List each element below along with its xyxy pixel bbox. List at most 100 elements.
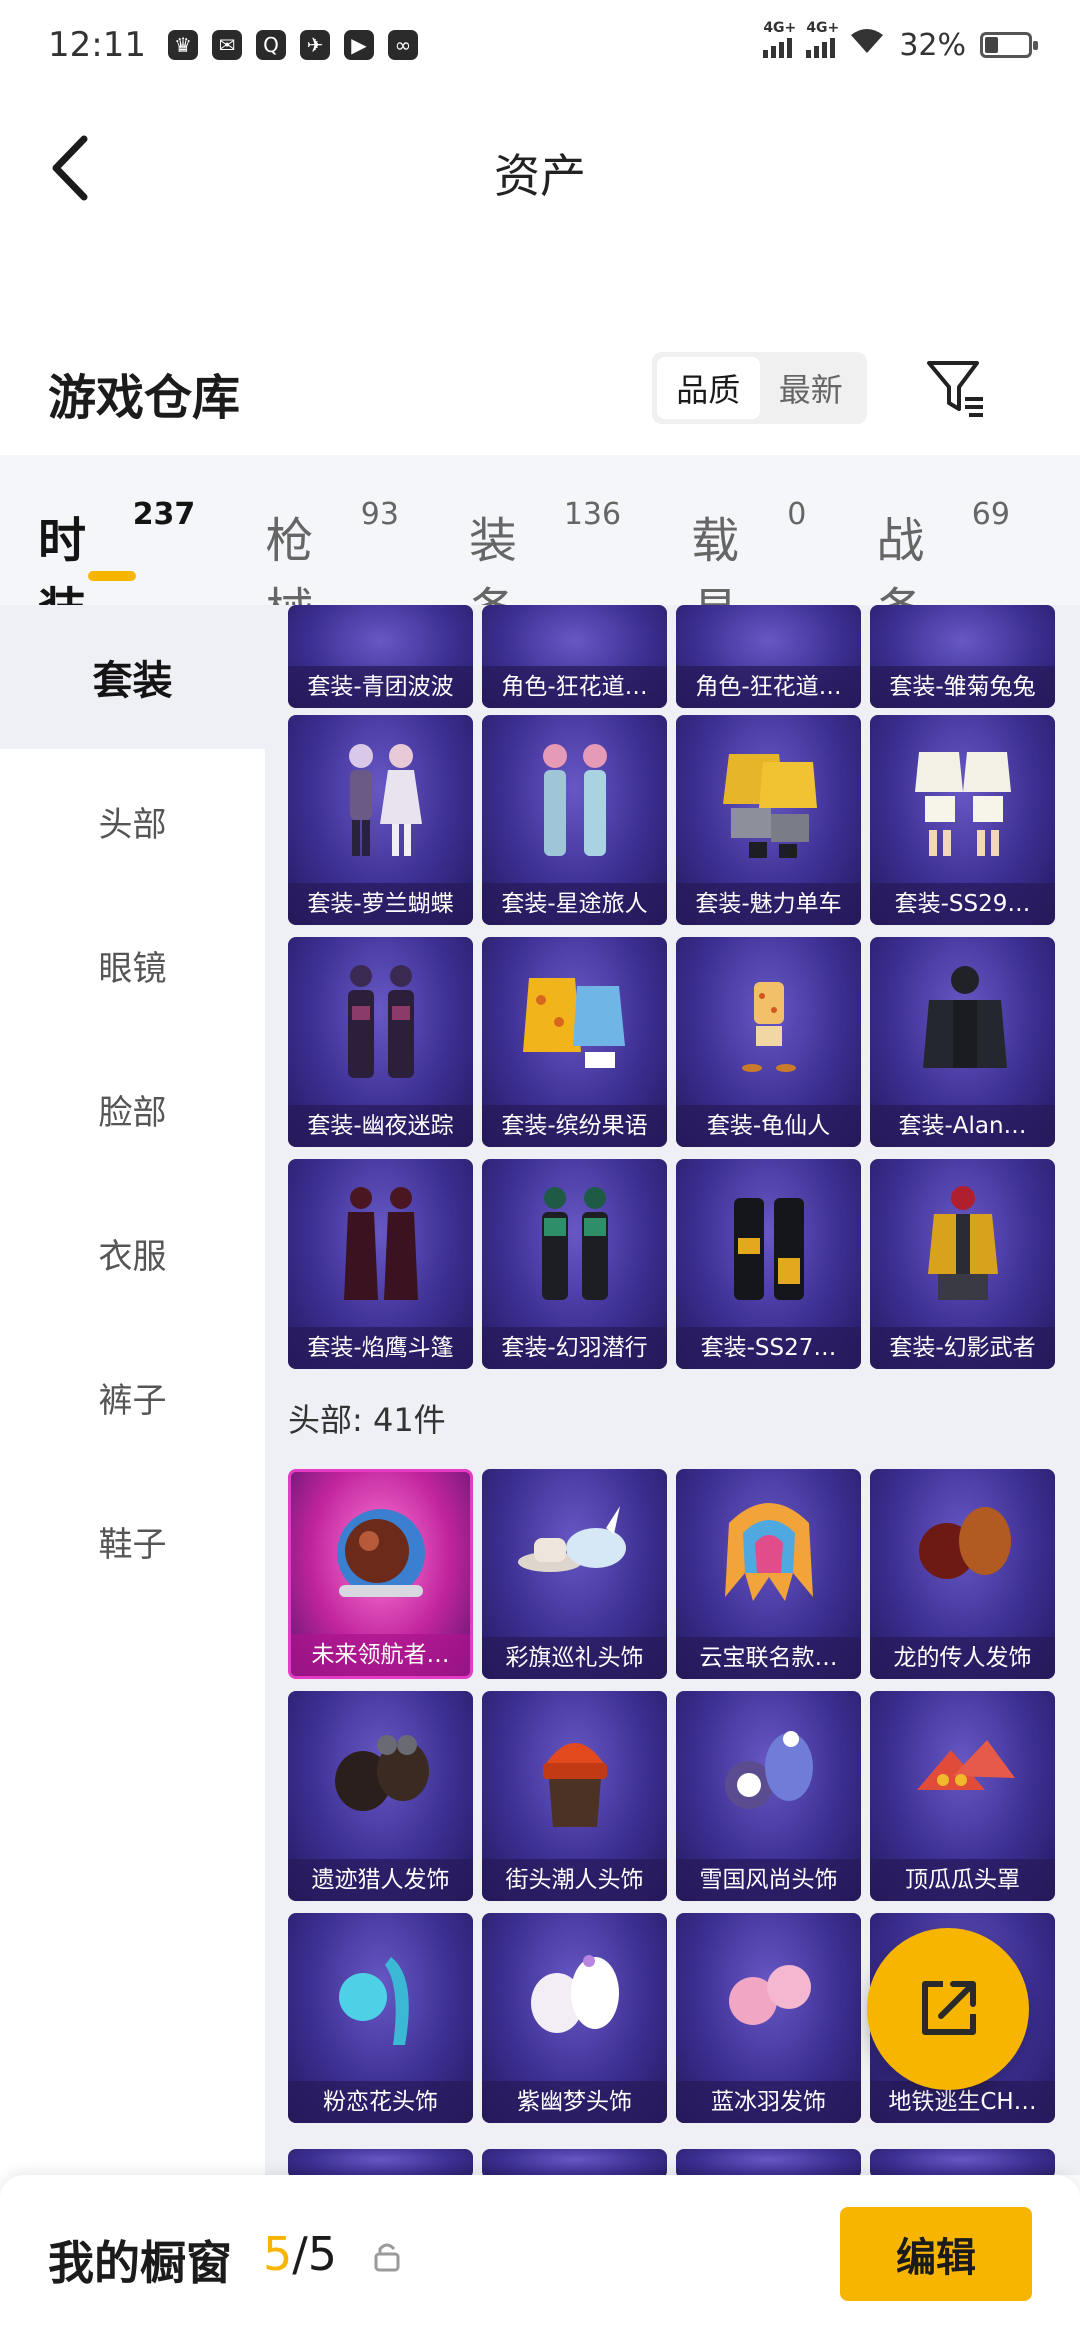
signal-icon: 4G+ (806, 20, 839, 58)
item-card[interactable] (870, 2149, 1055, 2175)
item-name: 套装-幻影武者 (870, 1327, 1055, 1369)
showcase-current: 5 (263, 2227, 293, 2281)
item-name: 套装-青团波波 (288, 666, 473, 708)
item-card[interactable]: 套装-龟仙人 (676, 937, 861, 1147)
item-card[interactable]: 套装-幽夜迷踪 (288, 937, 473, 1147)
outfit-figure-icon (288, 715, 473, 883)
category-tabs: 时装 237 枪械 93 装备 136 载具 0 战备 69 (0, 455, 1080, 639)
sidebar-item-glasses[interactable]: 眼镜 (0, 893, 265, 1037)
item-card[interactable]: 套装-雏菊兔兔 (870, 605, 1055, 708)
outfit-figure-icon (482, 715, 667, 883)
item-name: 粉恋花头饰 (288, 2081, 473, 2123)
beanie-icon (482, 1691, 667, 1859)
item-name: 套装-缤纷果语 (482, 1105, 667, 1147)
rainbow-hair-icon (676, 1469, 861, 1637)
item-card[interactable]: 紫幽梦头饰 (482, 1913, 667, 2123)
item-card[interactable]: 蓝冰羽发饰 (676, 1913, 861, 2123)
item-card[interactable]: 套装-SS29… (870, 715, 1055, 925)
item-card[interactable]: 角色-狂花道… (676, 605, 861, 708)
item-card[interactable]: 龙的传人发饰 (870, 1469, 1055, 1679)
warehouse-title: 游戏仓库 (48, 370, 241, 426)
item-card[interactable]: 套装-星途旅人 (482, 715, 667, 925)
tab-count: 93 (360, 497, 399, 532)
hair-icon (482, 1913, 667, 2081)
earmuff-hair-icon (676, 1691, 861, 1859)
item-card[interactable]: 角色-狂花道… (482, 605, 667, 708)
tab-count: 237 (132, 497, 196, 532)
outfit-figure-icon (288, 937, 473, 1105)
bird-app-icon: ✈ (299, 30, 330, 60)
item-card[interactable]: 云宝联名款… (676, 1469, 861, 1679)
item-card[interactable] (482, 2149, 667, 2175)
filter-button[interactable] (920, 352, 992, 424)
item-name: 雪国风尚头饰 (676, 1859, 861, 1901)
outfit-figure-icon (870, 715, 1055, 883)
item-card[interactable]: 套装-幻羽潜行 (482, 1159, 667, 1369)
watermelon-mask-icon (870, 1691, 1055, 1859)
battery-fill (985, 37, 998, 53)
wifi-icon (849, 27, 885, 63)
item-name: 套装-焰鹰斗篷 (288, 1327, 473, 1369)
item-card[interactable]: 套装-Alan… (870, 937, 1055, 1147)
item-name: 套装-魅力单车 (676, 883, 861, 925)
sidebar-item-face[interactable]: 脸部 (0, 1037, 265, 1181)
sidebar-item-pants[interactable]: 裤子 (0, 1325, 265, 1469)
sidebar-item-clothes[interactable]: 衣服 (0, 1181, 265, 1325)
sort-by-newest-button[interactable]: 最新 (760, 357, 863, 419)
item-name: 龙的传人发饰 (870, 1637, 1055, 1679)
tab-supplies[interactable]: 战备 69 (876, 455, 1010, 639)
item-card[interactable]: 雪国风尚头饰 (676, 1691, 861, 1901)
item-card[interactable]: 遗迹猎人发饰 (288, 1691, 473, 1901)
item-name: 套装-星途旅人 (482, 883, 667, 925)
item-card[interactable] (676, 2149, 861, 2175)
outfit-figure-icon (676, 937, 861, 1105)
item-card[interactable]: 粉恋花头饰 (288, 1913, 473, 2123)
item-card[interactable]: 套装-青团波波 (288, 605, 473, 708)
tab-count: 136 (563, 497, 622, 532)
tab-equipment[interactable]: 装备 136 (469, 455, 622, 639)
item-card[interactable] (288, 2149, 473, 2175)
sidebar-item-head[interactable]: 头部 (0, 749, 265, 893)
outfit-figure-icon (870, 1159, 1055, 1327)
item-card[interactable]: 套装-幻影武者 (870, 1159, 1055, 1369)
item-card[interactable]: 街头潮人头饰 (482, 1691, 667, 1901)
item-card[interactable]: 套装-魅力单车 (676, 715, 861, 925)
item-card[interactable]: 未来领航者… (288, 1469, 473, 1679)
item-name: 套装-Alan… (870, 1105, 1055, 1147)
item-name: 套装-萝兰蝴蝶 (288, 883, 473, 925)
showcase-bar: 我的橱窗 5/5 编辑 (0, 2175, 1080, 2340)
lock-icon (374, 2243, 400, 2272)
header: 资产 (0, 90, 1080, 250)
sort-by-quality-button[interactable]: 品质 (657, 357, 760, 419)
tab-fashion[interactable]: 时装 237 (38, 455, 196, 639)
battery-icon (980, 32, 1038, 58)
share-icon (922, 1981, 976, 2035)
sidebar-item-suits[interactable]: 套装 (0, 605, 265, 749)
item-card[interactable]: 套装-萝兰蝴蝶 (288, 715, 473, 925)
item-card[interactable]: 顶瓜瓜头罩 (870, 1691, 1055, 1901)
link-app-icon: ∞ (387, 30, 418, 60)
item-card[interactable]: 套装-焰鹰斗篷 (288, 1159, 473, 1369)
helmet-icon (291, 1472, 470, 1634)
item-name: 未来领航者… (291, 1634, 470, 1676)
tab-vehicles[interactable]: 载具 0 (691, 455, 806, 639)
message-app-icon: ✉ (211, 30, 242, 60)
sidebar-item-shoes[interactable]: 鞋子 (0, 1469, 265, 1613)
crown-app-icon: ♛ (167, 30, 198, 60)
item-card[interactable]: 彩旗巡礼头饰 (482, 1469, 667, 1679)
suit-partial-row: 套装-青团波波 角色-狂花道… 角色-狂花道… 套装-雏菊兔兔 (288, 605, 1060, 708)
item-name: 紫幽梦头饰 (482, 2081, 667, 2123)
share-fab-button[interactable] (867, 1928, 1029, 2090)
q-app-icon: Q (255, 30, 286, 60)
outfit-figure-icon (676, 715, 861, 883)
tab-guns[interactable]: 枪械 93 (265, 455, 399, 639)
item-card[interactable]: 套装-缤纷果语 (482, 937, 667, 1147)
item-card[interactable]: 套装-SS27… (676, 1159, 861, 1369)
item-name: 街头潮人头饰 (482, 1859, 667, 1901)
item-name: 遗迹猎人发饰 (288, 1859, 473, 1901)
category-sidebar: 套装 头部 眼镜 脸部 衣服 裤子 鞋子 (0, 605, 265, 2175)
edit-button[interactable]: 编辑 (840, 2207, 1032, 2301)
showcase-separator: / (292, 2227, 308, 2281)
hat-icon (482, 1469, 667, 1637)
item-name: 角色-狂花道… (482, 666, 667, 708)
